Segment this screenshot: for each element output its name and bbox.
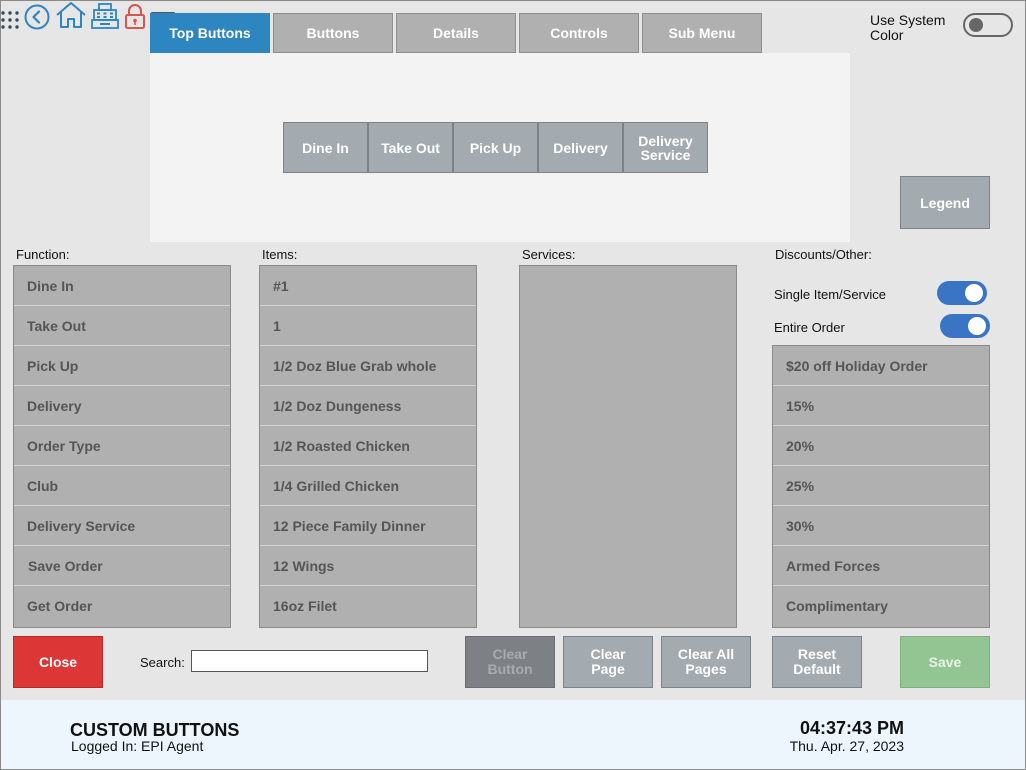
- list-item[interactable]: Complimentary: [773, 586, 989, 626]
- list-item[interactable]: Pick Up: [14, 346, 230, 386]
- list-item[interactable]: 25%: [773, 466, 989, 506]
- tab-details[interactable]: Details: [396, 13, 516, 53]
- clock-date: Thu. Apr. 27, 2023: [789, 738, 904, 754]
- tab-controls[interactable]: Controls: [519, 13, 639, 53]
- preview-button-dine-in[interactable]: Dine In: [283, 122, 368, 173]
- list-item[interactable]: Dine In: [14, 266, 230, 306]
- services-label: Services:: [522, 247, 576, 262]
- home-icon[interactable]: [55, 0, 87, 30]
- list-item[interactable]: Save Order: [14, 546, 230, 586]
- list-item[interactable]: Delivery Service: [14, 506, 230, 546]
- items-list[interactable]: #1 1 1/2 Doz Blue Grab whole 1/2 Doz Dun…: [259, 265, 477, 628]
- logged-in-text: Logged In: EPI Agent: [71, 738, 204, 754]
- clear-all-pages-button[interactable]: Clear All Pages: [661, 636, 751, 688]
- entire-order-toggle[interactable]: [940, 314, 990, 338]
- tab-buttons[interactable]: Buttons: [273, 13, 393, 53]
- list-item[interactable]: 15%: [773, 386, 989, 426]
- clock-time: 04:37:43 PM: [799, 718, 904, 738]
- preview-button-delivery[interactable]: Delivery: [538, 122, 623, 173]
- single-item-toggle[interactable]: [937, 281, 987, 305]
- search-input[interactable]: [191, 650, 428, 672]
- list-item[interactable]: Armed Forces: [773, 546, 989, 586]
- list-item[interactable]: Order Type: [14, 426, 230, 466]
- single-item-label: Single Item/Service: [774, 287, 886, 302]
- list-item[interactable]: 1: [260, 306, 476, 346]
- items-label: Items:: [262, 247, 298, 262]
- clear-button-button: Clear Button: [465, 636, 555, 688]
- list-item[interactable]: 1/2 Roasted Chicken: [260, 426, 476, 466]
- list-item[interactable]: #1: [260, 266, 476, 306]
- save-button[interactable]: Save: [900, 636, 990, 688]
- close-button[interactable]: Close: [13, 636, 103, 688]
- apps-grid-icon[interactable]: [0, 10, 20, 30]
- register-icon[interactable]: [91, 2, 120, 30]
- search-label: Search:: [140, 655, 185, 670]
- back-circle-icon[interactable]: [24, 4, 50, 30]
- legend-button[interactable]: Legend: [900, 176, 990, 229]
- clear-page-button[interactable]: Clear Page: [563, 636, 653, 688]
- discounts-list[interactable]: $20 off Holiday Order 15% 20% 25% 30% Ar…: [772, 345, 990, 628]
- list-item[interactable]: 30%: [773, 506, 989, 546]
- preview-button-delivery-service[interactable]: Delivery Service: [623, 122, 708, 173]
- function-label: Function:: [16, 247, 70, 262]
- list-item[interactable]: 1/2 Doz Dungeness: [260, 386, 476, 426]
- lock-icon[interactable]: [124, 3, 146, 30]
- list-item[interactable]: Take Out: [14, 306, 230, 346]
- use-system-color-toggle[interactable]: [963, 13, 1013, 37]
- list-item[interactable]: $20 off Holiday Order: [773, 346, 989, 386]
- entire-order-label: Entire Order: [774, 320, 845, 335]
- list-item[interactable]: Club: [14, 466, 230, 506]
- reset-default-button[interactable]: Reset Default: [772, 636, 862, 688]
- list-item[interactable]: 1/2 Doz Blue Grab whole: [260, 346, 476, 386]
- list-item[interactable]: 16oz Filet: [260, 586, 476, 626]
- services-list[interactable]: [519, 265, 737, 628]
- list-item[interactable]: 12 Wings: [260, 546, 476, 586]
- list-item[interactable]: 12 Piece Family Dinner: [260, 506, 476, 546]
- list-item[interactable]: 1/4 Grilled Chicken: [260, 466, 476, 506]
- preview-button-pick-up[interactable]: Pick Up: [453, 122, 538, 173]
- preview-button-take-out[interactable]: Take Out: [368, 122, 453, 173]
- list-item[interactable]: Get Order: [14, 586, 230, 626]
- use-system-color-label: Use System Color: [870, 12, 946, 43]
- discounts-label: Discounts/Other:: [775, 247, 872, 262]
- tab-top-buttons[interactable]: Top Buttons: [150, 13, 270, 53]
- list-item[interactable]: Delivery: [14, 386, 230, 426]
- tab-sub-menu[interactable]: Sub Menu: [642, 13, 762, 53]
- list-item[interactable]: 20%: [773, 426, 989, 466]
- function-list[interactable]: Dine In Take Out Pick Up Delivery Order …: [13, 265, 231, 628]
